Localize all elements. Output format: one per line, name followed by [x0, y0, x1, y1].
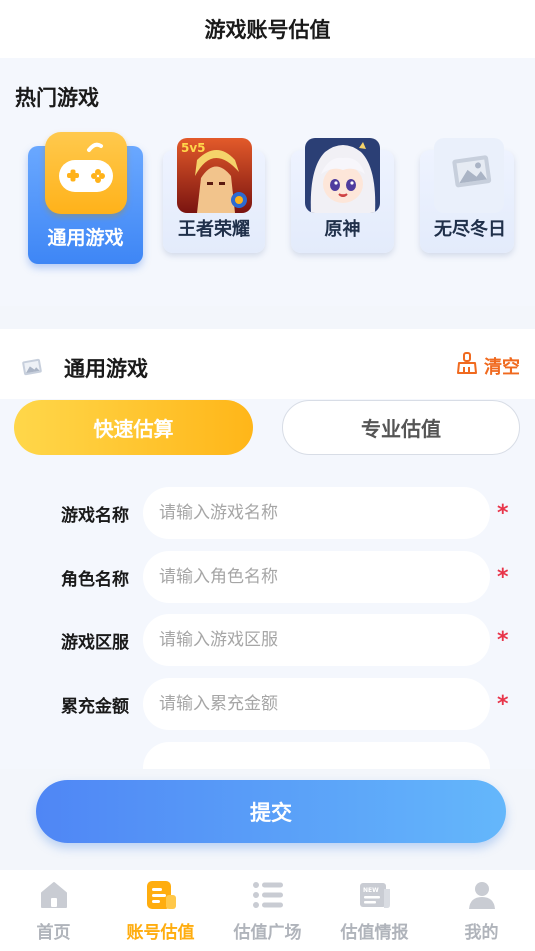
tab-label: 首页 — [36, 923, 71, 943]
game-card-label: 通用游戏 — [47, 227, 124, 249]
tab-label: 我的 — [464, 923, 499, 943]
form-row-game-name: 游戏名称 * — [0, 487, 535, 539]
tab-valuation-square[interactable]: 估值广场 — [214, 870, 321, 951]
form-row-total-recharge: 累充金额 * — [0, 678, 535, 730]
list-icon — [251, 878, 285, 912]
tab-label: 估值广场 — [233, 923, 302, 943]
tab-professional-valuation[interactable]: 专业估值 — [282, 400, 520, 455]
svg-text:NEW: NEW — [363, 887, 379, 894]
field-label: 游戏区服 — [61, 633, 129, 653]
tab-valuation-news[interactable]: NEW 估值情报 — [321, 870, 428, 951]
broom-icon — [456, 351, 478, 380]
news-icon: NEW — [358, 878, 392, 912]
tab-profile[interactable]: 我的 — [428, 870, 535, 951]
home-icon — [37, 878, 71, 912]
tab-quick-estimate[interactable]: 快速估算 — [14, 400, 253, 455]
selected-game-title: 通用游戏 — [64, 357, 148, 381]
game-card-general[interactable]: 通用游戏 — [28, 132, 143, 264]
tab-home[interactable]: 首页 — [0, 870, 107, 951]
game-card-endless-winter[interactable]: 无尽冬日 — [420, 138, 514, 253]
field-label: 累充金额 — [61, 697, 129, 717]
game-name-input[interactable] — [143, 487, 490, 539]
game-card-label: 王者荣耀 — [178, 219, 250, 240]
tab-account-valuation[interactable]: 账号估值 — [107, 870, 214, 951]
field-label: 角色名称 — [61, 570, 129, 590]
form-row-role-name: 角色名称 * — [0, 551, 535, 603]
game-card-label: 无尽冬日 — [434, 219, 506, 240]
total-recharge-input[interactable] — [143, 678, 490, 730]
image-placeholder-icon — [434, 138, 504, 213]
clear-button[interactable]: 清空 — [456, 351, 520, 380]
server-input[interactable] — [143, 614, 490, 666]
game-card-honor-of-kings[interactable]: 5v5 王者荣耀 — [163, 138, 265, 253]
valuation-icon — [144, 878, 178, 912]
tab-label: 账号估值 — [126, 923, 195, 943]
clear-label: 清空 — [484, 356, 520, 378]
form-row-server: 游戏区服 * — [0, 614, 535, 666]
game-card-label: 原神 — [324, 219, 361, 240]
profile-icon — [465, 878, 499, 912]
honor-of-kings-thumbnail: 5v5 — [177, 138, 252, 213]
game-card-genshin[interactable]: 原神 — [291, 138, 394, 253]
genshin-thumbnail — [305, 138, 380, 213]
required-mark: * — [497, 501, 509, 526]
role-name-input[interactable] — [143, 551, 490, 603]
image-placeholder-icon — [20, 355, 44, 379]
next-field-input[interactable] — [143, 742, 490, 769]
svg-text:5v5: 5v5 — [181, 141, 206, 155]
required-mark: * — [497, 628, 509, 653]
page-title: 游戏账号估值 — [204, 18, 331, 42]
field-label: 游戏名称 — [61, 506, 129, 526]
gamepad-icon — [45, 132, 127, 214]
tab-label: 估值情报 — [340, 923, 409, 943]
valuation-form-section: 通用游戏 清空 快速估算 专业估值 游戏名称 * 角色名称 * 游戏区服 * 累… — [0, 329, 535, 769]
submit-button[interactable]: 提交 — [36, 780, 506, 843]
required-mark: * — [497, 692, 509, 717]
bottom-tab-bar: 首页 账号估值 估值广场 NEW 估值情报 我的 — [0, 870, 535, 951]
required-mark: * — [497, 565, 509, 590]
hot-games-title: 热门游戏 — [15, 86, 99, 110]
app-header: 游戏账号估值 — [0, 0, 535, 58]
